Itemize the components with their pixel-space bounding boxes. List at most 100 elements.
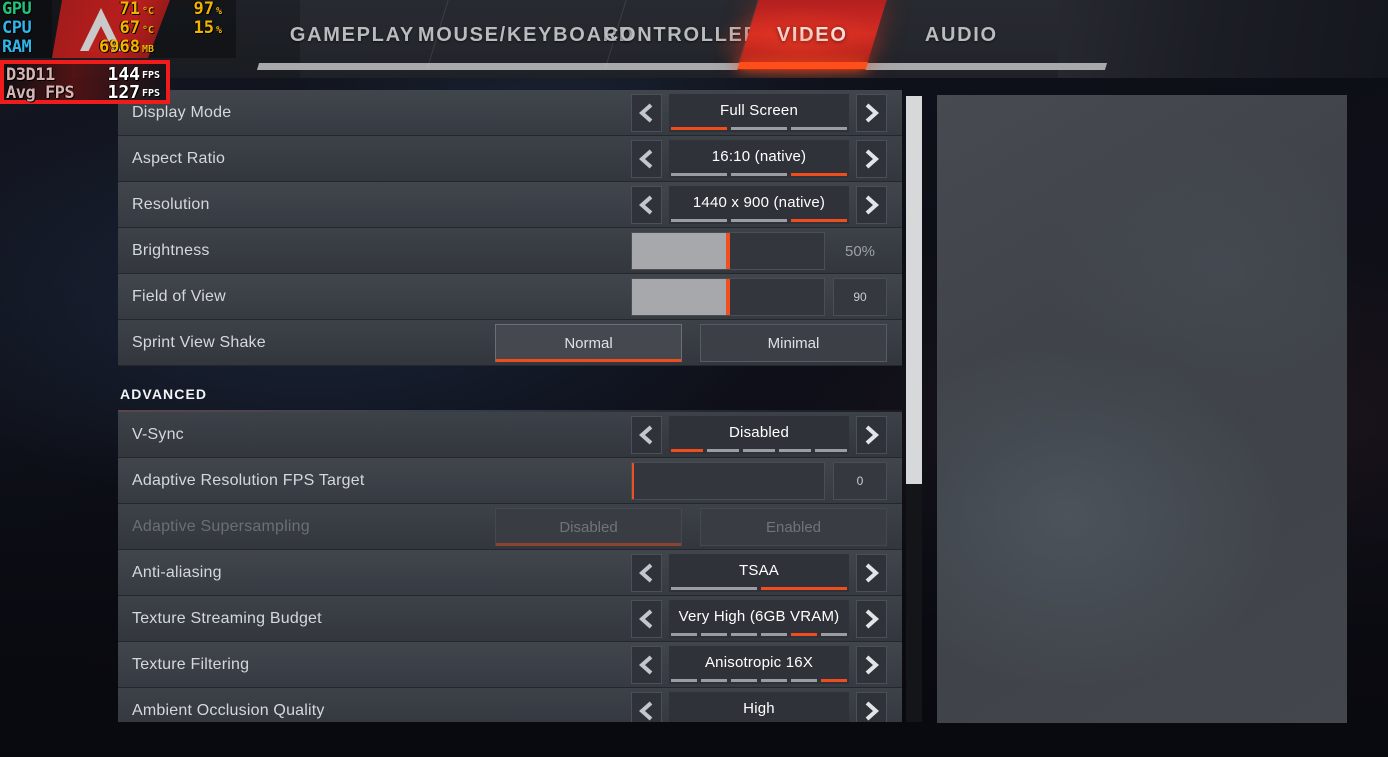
fps-average-unit: FPS [142,88,161,99]
chevron-left-icon[interactable] [631,94,662,132]
chevron-right-icon[interactable] [856,140,887,178]
toggle-group: Normal Minimal [495,324,887,362]
slider-control: 50% [631,232,887,270]
hw-label-ram: RAM [2,37,32,57]
chevron-right-icon[interactable] [856,554,887,592]
setting-value: Very High (6GB VRAM) [678,608,840,625]
setting-row-resolution[interactable]: Resolution 1440 x 900 (native) [118,182,902,228]
slider-track[interactable] [631,278,825,316]
setting-value: 16:10 (native) [711,148,807,165]
setting-label: Adaptive Resolution FPS Target [132,472,365,489]
setting-value-box[interactable]: 16:10 (native) [669,140,849,178]
chevron-right-icon[interactable] [856,646,887,684]
stepper-control: High [631,692,887,722]
setting-value: Full Screen [719,102,799,119]
value-position-indicator [671,219,847,222]
value-position-segment [701,633,727,636]
setting-row-brightness[interactable]: Brightness 50% [118,228,902,274]
setting-value: Anisotropic 16X [704,654,814,671]
tab-video[interactable]: VIDEO [737,0,887,70]
value-position-segment [671,449,703,452]
setting-row-texture-streaming-budget[interactable]: Texture Streaming Budget Very High (6GB V… [118,596,902,642]
chevron-right-icon[interactable] [856,600,887,638]
setting-row-adaptive-resolution-fps-target[interactable]: Adaptive Resolution FPS Target 0 [118,458,902,504]
chevron-left-icon[interactable] [631,692,662,722]
chevron-left-icon[interactable] [631,646,662,684]
value-position-segment [791,679,817,682]
setting-value-box[interactable]: TSAA [669,554,849,592]
chevron-left-icon[interactable] [631,186,662,224]
slider-readout: 0 [833,462,887,500]
value-position-segment [791,127,847,130]
chevron-left-icon[interactable] [631,554,662,592]
value-position-indicator [671,679,847,682]
toggle-option-1[interactable]: Enabled [700,508,887,546]
setting-value: High [743,700,775,717]
fps-row-average: Avg FPS 127 FPS [4,82,166,103]
setting-value-box[interactable]: Disabled [669,416,849,454]
setting-row-field-of-view[interactable]: Field of View 90 [118,274,902,320]
tab-audio[interactable]: AUDIO [865,0,1056,70]
setting-value-box[interactable]: 1440 x 900 (native) [669,186,849,224]
fps-average-value: 127 [107,82,140,103]
value-position-segment [671,127,727,130]
slider-handle[interactable] [726,233,730,269]
slider-track[interactable] [631,232,825,270]
setting-row-anti-aliasing[interactable]: Anti-aliasing TSAA [118,550,902,596]
setting-value: Disabled [729,424,789,441]
setting-label: Texture Streaming Budget [132,610,322,627]
settings-preview-panel [937,95,1347,723]
chevron-right-icon[interactable] [856,416,887,454]
chevron-left-icon[interactable] [631,416,662,454]
setting-row-sprint-view-shake[interactable]: Sprint View Shake Normal Minimal [118,320,902,366]
setting-row-v-sync[interactable]: V-Sync Disabled [118,412,902,458]
value-position-segment [731,633,757,636]
settings-scrollbar-track[interactable] [906,96,922,722]
value-position-segment [791,173,847,176]
settings-scrollbar-thumb[interactable] [906,96,922,485]
value-position-indicator [671,587,847,590]
setting-label: Texture Filtering [132,656,250,673]
setting-row-texture-filtering[interactable]: Texture Filtering Anisotropic 16X [118,642,902,688]
slider-track[interactable] [631,462,825,500]
tab-gameplay-label: GAMEPLAY [289,23,416,46]
setting-value-box[interactable]: High [669,692,849,722]
value-position-segment [701,679,727,682]
setting-row-display-mode[interactable]: Display Mode Full Screen [118,90,902,136]
setting-value-box[interactable]: Very High (6GB VRAM) [669,600,849,638]
video-settings-list[interactable]: Display Mode Full Screen Aspect Ratio 16:10… [118,90,902,722]
chevron-right-icon[interactable] [856,94,887,132]
value-position-indicator [671,173,847,176]
value-position-segment [671,173,727,176]
value-position-segment [671,219,727,222]
setting-row-adaptive-supersampling[interactable]: Adaptive Supersampling Disabled Enabled [118,504,902,550]
toggle-option-0[interactable]: Disabled [495,508,682,546]
setting-value-box[interactable]: Anisotropic 16X [669,646,849,684]
toggle-option-1[interactable]: Minimal [700,324,887,362]
hw-gpu-load-value: 97 [193,0,214,19]
setting-label: V-Sync [132,426,184,443]
chevron-left-icon[interactable] [631,600,662,638]
tab-bar-right-cap [1058,0,1388,78]
setting-value-box[interactable]: Full Screen [669,94,849,132]
hw-cpu-temp-value: 67 [119,18,140,38]
tab-controller[interactable]: CONTROLLER [604,0,759,70]
chevron-right-icon[interactable] [856,692,887,722]
setting-label: Resolution [132,196,210,213]
toggle-group: Disabled Enabled [495,508,887,546]
tab-video-label: VIDEO [776,23,848,46]
value-position-segment [671,587,757,590]
value-position-segment [707,449,739,452]
chevron-right-icon[interactable] [856,186,887,224]
toggle-option-0[interactable]: Normal [495,324,682,362]
fps-average-label: Avg FPS [6,83,75,103]
slider-handle[interactable] [726,279,730,315]
slider-handle[interactable] [632,463,634,499]
tab-mouse-keyboard[interactable]: MOUSE/KEYBOARD [418,0,635,70]
value-position-segment [815,449,847,452]
setting-row-aspect-ratio[interactable]: Aspect Ratio 16:10 (native) [118,136,902,182]
slider-control: 0 [631,462,887,500]
setting-row-ambient-occlusion-quality[interactable]: Ambient Occlusion Quality High [118,688,902,722]
setting-label: Field of View [132,288,226,305]
chevron-left-icon[interactable] [631,140,662,178]
